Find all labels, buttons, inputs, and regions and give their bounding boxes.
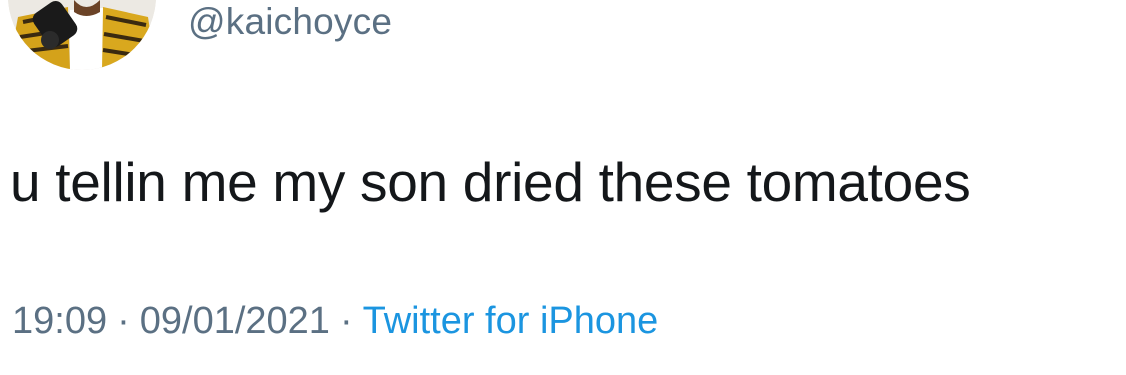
tweet-handle[interactable]: @kaichoyce bbox=[188, 0, 392, 44]
tweet-meta: 19:09 · 09/01/2021 · Twitter for iPhone bbox=[12, 298, 658, 344]
meta-separator-2: · bbox=[339, 300, 353, 342]
avatar-photo-icon bbox=[8, 0, 156, 70]
tweet-text: u tellin me my son dried these tomatoes bbox=[10, 151, 971, 213]
tweet-date[interactable]: 09/01/2021 bbox=[140, 300, 330, 342]
tweet-time[interactable]: 19:09 bbox=[12, 300, 107, 342]
avatar[interactable] bbox=[8, 0, 156, 70]
tweet-source-link[interactable]: Twitter for iPhone bbox=[363, 300, 659, 342]
meta-separator: · bbox=[117, 300, 130, 342]
